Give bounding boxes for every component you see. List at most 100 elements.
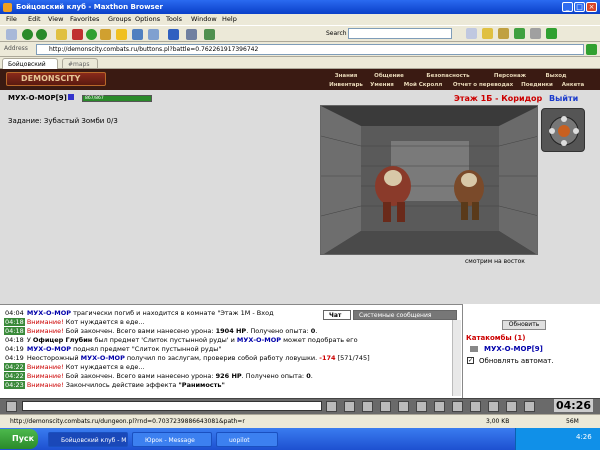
taskbar-item-browser[interactable]: Бойцовский клуб - M... — [48, 432, 128, 447]
taskbar-item-uopilot[interactable]: uopilot — [216, 432, 278, 447]
refresh-button[interactable]: Обновить — [502, 320, 546, 330]
go-icon[interactable] — [586, 44, 597, 55]
game-clock: 04:26 — [554, 399, 594, 412]
nav-inventory[interactable]: Инвентарь — [326, 81, 366, 89]
menu-file[interactable]: File — [6, 14, 17, 25]
room-title: Катакомбы (1) — [466, 334, 526, 342]
history-icon[interactable] — [148, 29, 159, 40]
chat-line: 04:18 Внимание! Бой закончен. Всего вами… — [4, 327, 318, 335]
private-icon[interactable] — [470, 346, 478, 352]
menu-options[interactable]: Options — [135, 14, 160, 25]
nav-communication[interactable]: Общение — [366, 72, 412, 80]
system-tray: 4:26 — [515, 428, 600, 450]
tray-clock: 4:26 — [576, 433, 592, 441]
search-go-icon[interactable] — [466, 28, 477, 39]
nav-knowledge[interactable]: Знания — [326, 72, 366, 80]
chat-tabs: Чат Системные сообщения — [323, 310, 458, 320]
turn-right-icon[interactable] — [573, 128, 579, 134]
stop-icon[interactable] — [72, 29, 83, 40]
options-icon[interactable] — [452, 401, 463, 412]
clear-icon[interactable] — [344, 401, 355, 412]
menu-view[interactable]: View — [48, 14, 63, 25]
new-tab-icon[interactable] — [6, 29, 17, 40]
dungeon-scene — [321, 106, 537, 254]
address-input[interactable]: http://demonscity.combats.ru/buttons.pl?… — [36, 44, 584, 55]
filter-icon[interactable] — [498, 28, 509, 39]
address-label: Address — [4, 45, 28, 52]
send-icon[interactable] — [326, 401, 337, 412]
player-name[interactable]: МУХ-О-МОР[9] — [8, 94, 74, 102]
move-forward-icon[interactable] — [561, 116, 567, 122]
chat-line: 04:23 Внимание! Закончилось действие эфф… — [4, 381, 225, 389]
highlight-icon[interactable] — [482, 28, 493, 39]
maximize-button[interactable]: □ — [574, 2, 585, 12]
nav-skills[interactable]: Умения — [366, 81, 398, 89]
menu-groups[interactable]: Groups — [108, 14, 131, 25]
nav-battles[interactable]: Поединки — [518, 81, 556, 89]
move-back-icon[interactable] — [561, 140, 567, 146]
menu-favorites[interactable]: Favorites — [70, 14, 99, 25]
favorites-star-icon[interactable] — [116, 29, 127, 40]
room-user[interactable]: МУХ-О-МОР[9] — [484, 345, 543, 353]
chat-line: 04:04 МУХ-О-МОР трагически погиб и наход… — [5, 309, 274, 317]
up-icon[interactable] — [56, 29, 67, 40]
nav-character[interactable]: Персонаж — [484, 72, 536, 80]
tab-maps[interactable]: #maps — [62, 58, 98, 69]
menu-tools[interactable]: Tools — [166, 14, 182, 25]
menu-edit[interactable]: Edit — [28, 14, 41, 25]
forward-icon[interactable] — [36, 29, 47, 40]
menu-window[interactable]: Window — [191, 14, 217, 25]
browser-icon — [3, 3, 12, 12]
exit-chat-icon[interactable] — [470, 401, 481, 412]
nav-profile[interactable]: Анкета — [556, 81, 590, 89]
window-titlebar: Бойцовский клуб - Maxthon Browser — [0, 0, 600, 14]
nav-scroll[interactable]: Мой Скролл — [398, 81, 448, 89]
chat-scrollbar[interactable] — [452, 320, 461, 396]
smiles-icon[interactable] — [380, 401, 391, 412]
toolbar: Search — [0, 25, 600, 42]
groups-icon[interactable] — [132, 29, 143, 40]
status-url: http://demonscity.combats.ru/dungeon.pl?… — [10, 418, 245, 425]
auto-refresh-checkbox[interactable]: ✓ — [467, 357, 474, 364]
tab-chat[interactable]: Чат — [323, 310, 351, 320]
nav-security[interactable]: Безопасность — [412, 72, 484, 80]
search-input[interactable] — [348, 28, 452, 39]
tab-list-icon[interactable] — [530, 28, 541, 39]
tab-system-messages[interactable]: Системные сообщения — [353, 310, 457, 320]
home-icon[interactable] — [100, 29, 111, 40]
player-nick: МУХ-О-МОР — [8, 94, 56, 102]
refresh-icon[interactable] — [86, 29, 97, 40]
exit-link[interactable]: Выйти — [549, 94, 578, 103]
nav-exit[interactable]: Выход — [536, 72, 576, 80]
tab-game[interactable]: Бойцовский клуб — [2, 58, 58, 79]
window-title: Бойцовский клуб - Maxthon Browser — [16, 3, 163, 11]
channel-icon[interactable] — [434, 401, 445, 412]
chat-input[interactable] — [22, 401, 322, 411]
start-button[interactable]: Пуск — [0, 429, 38, 449]
info-icon[interactable] — [67, 94, 74, 100]
trade-icon[interactable] — [398, 401, 409, 412]
nav-transfer-report[interactable]: Отчет о переводах — [448, 81, 518, 89]
chat-line: 04:22 Внимание! Кот нуждается в еде... — [4, 363, 145, 371]
filter-chat-icon[interactable] — [362, 401, 373, 412]
chat-mode-icon[interactable] — [6, 401, 17, 412]
screen-icon[interactable] — [186, 29, 197, 40]
minimize-button[interactable]: _ — [562, 2, 573, 12]
auto-refresh-label: Обновлять автомат. — [479, 357, 554, 365]
undo-icon[interactable] — [168, 29, 179, 40]
chat-line: 04:18 Внимание! Кот нуждается в еде... — [4, 318, 145, 326]
taskbar-item-message[interactable]: Юрок - Message — [132, 432, 212, 447]
whisper-icon[interactable] — [416, 401, 427, 412]
close-button[interactable]: × — [586, 2, 597, 12]
turn-left-icon[interactable] — [549, 128, 555, 134]
chat-line: 04:19 Неосторожный МУХ-О-МОР получил по … — [5, 354, 370, 362]
help-icon[interactable] — [524, 401, 535, 412]
menu-help[interactable]: Help — [222, 14, 237, 25]
compass-center-icon[interactable] — [558, 125, 570, 137]
back-icon[interactable] — [22, 29, 33, 40]
tool-icon[interactable] — [204, 29, 215, 40]
mode-icon[interactable] — [546, 28, 557, 39]
sound-icon[interactable] — [506, 401, 517, 412]
map-icon[interactable] — [488, 401, 499, 412]
window-icon[interactable] — [514, 28, 525, 39]
